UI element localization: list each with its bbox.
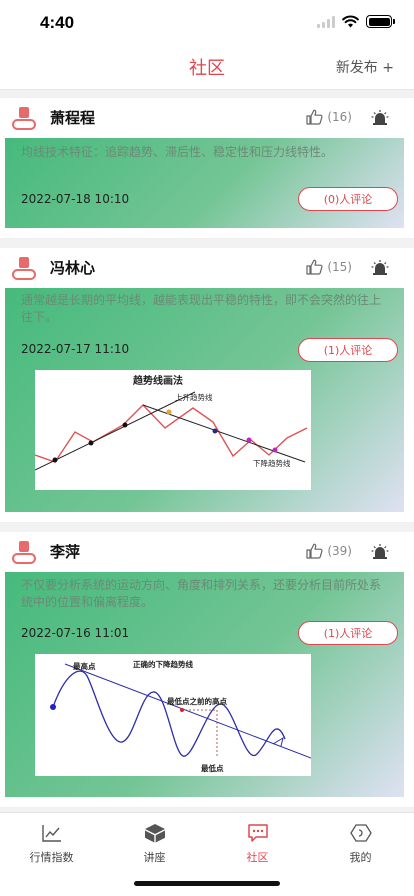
signal-icon xyxy=(317,15,335,28)
downtrend-diagram: 正确的下降趋势线 最高点 最低点之前的高点 最低点 xyxy=(35,654,311,776)
status-bar: 4:40 xyxy=(0,0,414,44)
status-time: 4:40 xyxy=(40,13,75,32)
wifi-icon xyxy=(342,15,359,28)
like-count: (15) xyxy=(327,260,352,274)
thumbs-up-icon xyxy=(306,543,323,559)
peak-label: 最高点 xyxy=(73,661,96,671)
tab-label: 行情指数 xyxy=(29,851,74,864)
tab-label: 社区 xyxy=(246,851,269,864)
like-count: (16) xyxy=(327,110,352,124)
diagram-title: 正确的下降趋势线 xyxy=(133,659,193,669)
tab-profile[interactable]: 我的 xyxy=(309,813,412,869)
comment-button[interactable]: (0)人评论 xyxy=(298,187,398,211)
nav-bar: 社区 新发布 + xyxy=(0,44,414,90)
lower-trendline-label: 下降趋势线 xyxy=(253,458,291,468)
new-post-button[interactable]: 新发布 + xyxy=(336,57,394,77)
tab-lectures[interactable]: 讲座 xyxy=(103,813,206,869)
avatar-icon[interactable] xyxy=(12,540,36,564)
post-feed: 萧程程 (16) 均线技术特征：追踪趋势、滞后性、稳定性和压力线特性。 2022… xyxy=(0,98,414,817)
tab-market-index[interactable]: 行情指数 xyxy=(0,813,103,869)
cube-icon xyxy=(144,824,165,843)
alarm-icon[interactable] xyxy=(371,109,389,125)
author-name[interactable]: 冯林心 xyxy=(50,257,95,278)
status-icons xyxy=(317,15,395,28)
home-indicator xyxy=(134,881,280,886)
like-button[interactable]: (16) xyxy=(306,109,352,125)
post-date: 2022-07-18 10:10 xyxy=(21,192,130,206)
alarm-icon[interactable] xyxy=(371,259,389,275)
hexagon-icon xyxy=(349,824,372,842)
avatar-icon[interactable] xyxy=(12,256,36,280)
upper-trendline-label: 上升趋势线 xyxy=(175,392,213,402)
post-card: 李萍 (39) 不仅要分析系统的运动方向、角度和排列关系，还要分析目前所处系统中… xyxy=(0,532,414,807)
post-card: 冯林心 (15) 通常越是长期的平均线，越能表现出平稳的特性，即不会突然的往上往… xyxy=(0,248,414,522)
battery-icon xyxy=(366,15,395,28)
tab-community[interactable]: 社区 xyxy=(206,813,309,869)
comment-button[interactable]: (1)人评论 xyxy=(298,621,398,645)
post-date: 2022-07-17 11:10 xyxy=(21,342,130,356)
prev-peak-label: 最低点之前的高点 xyxy=(167,696,227,706)
author-name[interactable]: 萧程程 xyxy=(50,107,95,128)
like-button[interactable]: (15) xyxy=(306,259,352,275)
chart-line-icon xyxy=(41,825,61,842)
author-name[interactable]: 李萍 xyxy=(50,541,80,562)
tab-label: 讲座 xyxy=(143,851,166,864)
post-header: 萧程程 (16) xyxy=(0,98,414,138)
post-date: 2022-07-16 11:01 xyxy=(21,626,130,640)
post-text: 均线技术特征：追踪趋势、滞后性、稳定性和压力线特性。 xyxy=(21,145,334,159)
post-text: 不仅要分析系统的运动方向、角度和排列关系，还要分析目前所处系统中的位置和偏离程度… xyxy=(21,578,382,609)
alarm-icon[interactable] xyxy=(371,543,389,559)
like-button[interactable]: (39) xyxy=(306,543,352,559)
post-text: 通常越是长期的平均线，越能表现出平稳的特性，即不会突然的往上往下。 xyxy=(21,293,382,324)
avatar-icon[interactable] xyxy=(12,106,36,130)
post-content: 不仅要分析系统的运动方向、角度和排列关系，还要分析目前所处系统中的位置和偏离程度… xyxy=(5,572,404,797)
post-content: 通常越是长期的平均线，越能表现出平稳的特性，即不会突然的往上往下。 2022-0… xyxy=(5,288,404,512)
post-card: 萧程程 (16) 均线技术特征：追踪趋势、滞后性、稳定性和压力线特性。 2022… xyxy=(0,98,414,238)
diagram-title: 趋势线画法 xyxy=(133,374,183,387)
tab-label: 我的 xyxy=(349,851,372,864)
post-header: 冯林心 (15) xyxy=(0,248,414,288)
thumbs-up-icon xyxy=(306,259,323,275)
chat-bubble-icon xyxy=(247,824,268,842)
thumbs-up-icon xyxy=(306,109,323,125)
like-count: (39) xyxy=(327,544,352,558)
post-header: 李萍 (39) xyxy=(0,532,414,572)
post-content: 均线技术特征：追踪趋势、滞后性、稳定性和压力线特性。 2022-07-18 10… xyxy=(5,138,404,228)
low-label: 最低点 xyxy=(201,763,224,773)
trendline-diagram: 趋势线画法 上升趋势线 下降趋势线 xyxy=(35,370,311,490)
comment-button[interactable]: (1)人评论 xyxy=(298,338,398,362)
